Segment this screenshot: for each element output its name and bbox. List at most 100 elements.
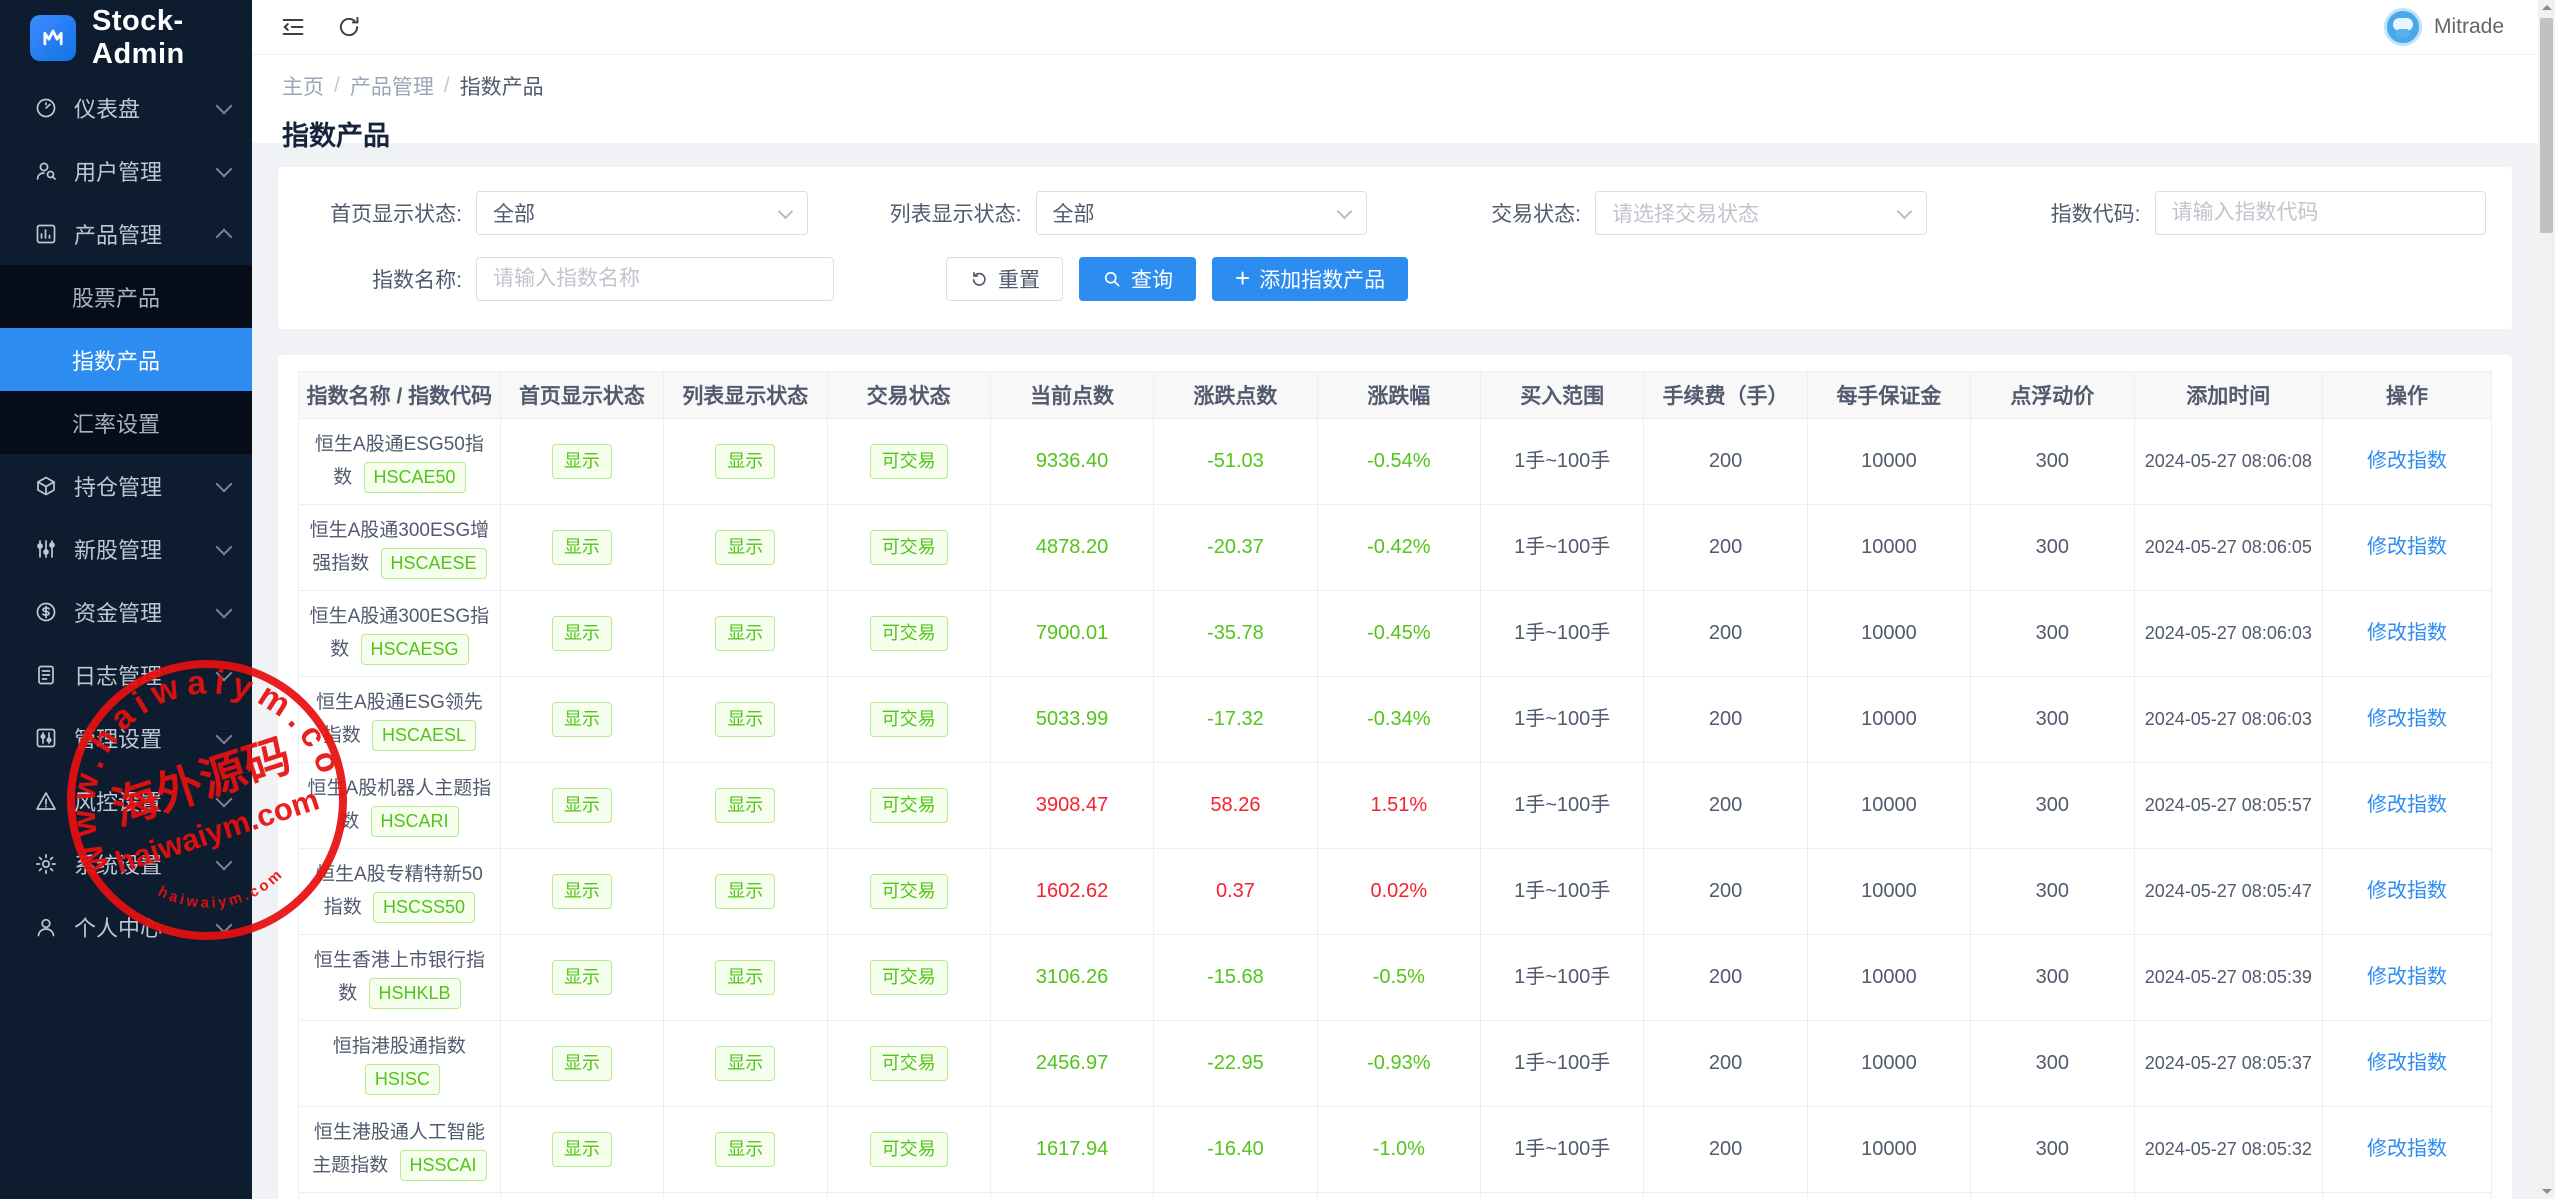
vertical-scrollbar-thumb[interactable] [2540,18,2553,233]
point-float-price: 300 [1971,1107,2134,1193]
chevron-down-icon [216,160,233,177]
table-row: 恒生A股通ESG领先指数 HSCAESL显示显示可交易5033.99-17.32… [299,677,2492,763]
list-status-label: 列表显示状态: [864,198,1036,228]
table-header-cell: 交易状态 [827,372,990,419]
index-code-badge: HSCSS50 [373,892,475,923]
content: 首页显示状态: 全部 列表显示状态: 全部 交易状态: 请选择交易状态 [252,167,2538,1199]
sidebar-item-products[interactable]: 产品管理 [0,202,252,265]
sidebar-item-system[interactable]: 系统设置 [0,832,252,895]
current-point: 3106.26 [990,935,1153,1021]
point-float-price: 300 [1971,419,2134,505]
index-code-badge: HSCAESG [361,634,469,665]
sidebar-item-admin-settings[interactable]: 管理设置 [0,706,252,769]
sidebar-item-risk[interactable]: 风控设置 [0,769,252,832]
home-status-badge: 显示 [552,530,612,565]
edit-index-link[interactable]: 修改指数 [2367,708,2447,730]
sidebar-item-logs[interactable]: 日志管理 [0,643,252,706]
current-point: 3908.47 [990,763,1153,849]
breadcrumb-separator: / [334,74,340,98]
trade-status-badge: 可交易 [870,960,948,995]
add-index-button[interactable]: + 添加指数产品 [1212,257,1408,301]
chevron-down-icon [216,727,233,744]
query-label: 查询 [1131,264,1173,294]
table-header-cell: 涨跌幅 [1317,372,1480,419]
buy-range: 1手~100手 [1481,419,1644,505]
margin-per-lot: 10000 [1807,1107,1970,1193]
scroll-down-icon[interactable] [2542,1189,2552,1194]
vertical-scrollbar[interactable] [2538,0,2555,1199]
sidebar-item-label: 持仓管理 [74,470,218,502]
sidebar-item-label: 管理设置 [74,722,218,754]
edit-index-link[interactable]: 修改指数 [2367,450,2447,472]
sidebar-item-dashboard[interactable]: 仪表盘 [0,76,252,139]
edit-index-link[interactable]: 修改指数 [2367,1138,2447,1160]
submenu-item-股票产品[interactable]: 股票产品 [0,265,252,328]
sidebar-item-label: 用户管理 [74,155,218,187]
change-points: -15.68 [1154,935,1317,1021]
change-percent: -0.93% [1317,1021,1480,1107]
breadcrumb-item[interactable]: 主页 [282,71,324,101]
edit-index-link[interactable]: 修改指数 [2367,1052,2447,1074]
submenu-products: 股票产品指数产品汇率设置 [0,265,252,454]
edit-index-link[interactable]: 修改指数 [2367,622,2447,644]
fee: 200 [1644,849,1807,935]
positions-icon [34,474,58,498]
app-logo-icon [30,15,76,61]
fee: 200 [1644,505,1807,591]
sidebar-item-funds[interactable]: 资金管理 [0,580,252,643]
index-code-input[interactable] [2155,191,2487,235]
current-point: 4878.20 [990,505,1153,591]
add-index-label: 添加指数产品 [1259,264,1385,294]
chevron-down-icon [216,475,233,492]
home-status-value: 全部 [493,198,535,228]
reset-button[interactable]: 重置 [946,257,1063,301]
app-logo[interactable]: Stock-Admin [0,0,252,76]
chevron-down-icon [216,916,233,933]
query-button[interactable]: 查询 [1079,257,1196,301]
collapse-sidebar-icon[interactable] [278,12,308,42]
point-float-price: 300 [1971,1193,2134,1199]
list-status-select[interactable]: 全部 [1036,191,1368,235]
table-header-cell: 点浮动价 [1971,372,2134,419]
fee: 200 [1644,935,1807,1021]
scroll-up-icon[interactable] [2542,5,2552,10]
list-status-badge: 显示 [715,1046,775,1081]
trade-status-select[interactable]: 请选择交易状态 [1595,191,1927,235]
sidebar-item-positions[interactable]: 持仓管理 [0,454,252,517]
home-status-badge: 显示 [552,960,612,995]
sidebar-item-label: 新股管理 [74,533,218,565]
list-status-badge: 显示 [715,874,775,909]
user-menu[interactable]: Mitrade [2384,8,2504,46]
chevron-down-icon [216,790,233,807]
refresh-icon[interactable] [334,12,364,42]
current-point: 5033.99 [990,677,1153,763]
trade-status-badge: 可交易 [870,1046,948,1081]
list-status-badge: 显示 [715,1132,775,1167]
breadcrumb-item: 指数产品 [460,71,544,101]
table-row: 恒生港股通人工智能主题指数 HSSCAI显示显示可交易1617.94-16.40… [299,1107,2492,1193]
home-status-badge: 显示 [552,702,612,737]
point-float-price: 300 [1971,505,2134,591]
edit-index-link[interactable]: 修改指数 [2367,880,2447,902]
sidebar-item-profile[interactable]: 个人中心 [0,895,252,958]
breadcrumb-separator: / [444,74,450,98]
added-time: 2024-05-27 08:06:05 [2134,505,2323,591]
funds-icon [34,600,58,624]
buy-range: 1手~100手 [1481,849,1644,935]
change-percent: -0.5% [1317,935,1480,1021]
home-status-select[interactable]: 全部 [476,191,808,235]
index-name-input[interactable] [476,257,834,301]
margin-per-lot: 10000 [1807,505,1970,591]
submenu-item-指数产品[interactable]: 指数产品 [0,328,252,391]
sidebar-item-ipo[interactable]: 新股管理 [0,517,252,580]
sidebar-item-label: 仪表盘 [74,92,218,124]
submenu-item-汇率设置[interactable]: 汇率设置 [0,391,252,454]
index-code-badge: HSHKLB [369,978,461,1009]
edit-index-link[interactable]: 修改指数 [2367,966,2447,988]
sidebar-item-users[interactable]: 用户管理 [0,139,252,202]
edit-index-link[interactable]: 修改指数 [2367,536,2447,558]
list-status-badge: 显示 [715,530,775,565]
breadcrumb-item[interactable]: 产品管理 [350,71,434,101]
edit-index-link[interactable]: 修改指数 [2367,794,2447,816]
users-icon [34,159,58,183]
